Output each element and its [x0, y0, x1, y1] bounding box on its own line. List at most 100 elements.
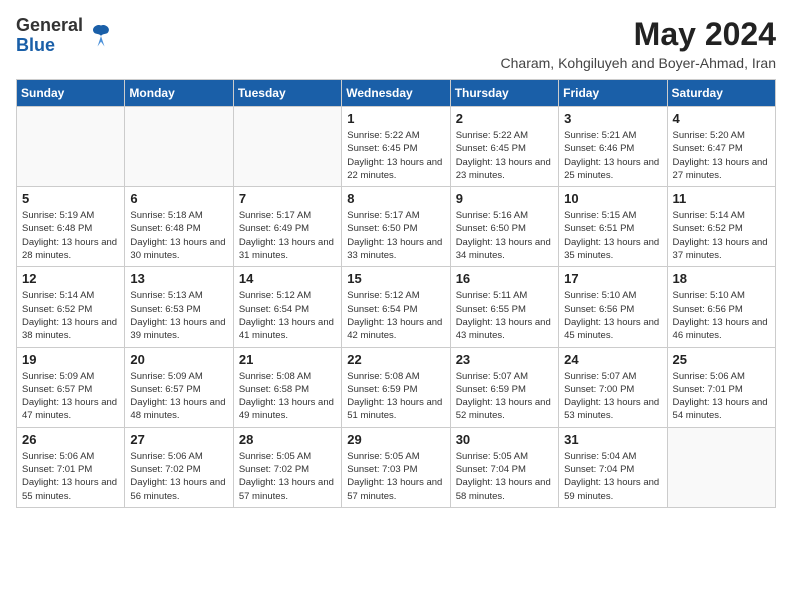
day-info: Sunrise: 5:16 AMSunset: 6:50 PMDaylight:… [456, 209, 553, 262]
calendar-day-cell: 14Sunrise: 5:12 AMSunset: 6:54 PMDayligh… [233, 267, 341, 347]
day-number: 5 [22, 191, 119, 206]
calendar-day-cell: 21Sunrise: 5:08 AMSunset: 6:58 PMDayligh… [233, 347, 341, 427]
logo-general: General [16, 15, 83, 35]
calendar-day-header: Friday [559, 80, 667, 107]
day-number: 11 [673, 191, 770, 206]
calendar-day-cell: 18Sunrise: 5:10 AMSunset: 6:56 PMDayligh… [667, 267, 775, 347]
day-number: 30 [456, 432, 553, 447]
day-info: Sunrise: 5:09 AMSunset: 6:57 PMDaylight:… [130, 370, 227, 423]
day-number: 26 [22, 432, 119, 447]
calendar-day-header: Wednesday [342, 80, 450, 107]
calendar-day-cell: 23 Sunrise: 5:07 AMSunset: 6:59 PMDayligh… [450, 347, 558, 427]
day-info: Sunrise: 5:07 AMSunset: 6:59 PMDaylight:… [456, 370, 553, 423]
calendar-day-cell: 4 Sunrise: 5:20 AMSunset: 6:47 PMDaylight… [667, 107, 775, 187]
day-number: 19 [22, 352, 119, 367]
day-number: 1 [347, 111, 444, 126]
location: Charam, Kohgiluyeh and Boyer-Ahmad, Iran [501, 55, 776, 71]
calendar-day-cell: 8 Sunrise: 5:17 AMSunset: 6:50 PMDaylight… [342, 187, 450, 267]
day-info: Sunrise: 5:05 AMSunset: 7:04 PMDaylight:… [456, 450, 553, 503]
calendar-day-cell: 6Sunrise: 5:18 AMSunset: 6:48 PMDaylight… [125, 187, 233, 267]
day-number: 12 [22, 271, 119, 286]
day-info: Sunrise: 5:18 AMSunset: 6:48 PMDaylight:… [130, 209, 227, 262]
logo: General Blue [16, 16, 115, 56]
day-info: Sunrise: 5:05 AMSunset: 7:03 PMDaylight:… [347, 450, 444, 503]
day-info: Sunrise: 5:04 AMSunset: 7:04 PMDaylight:… [564, 450, 661, 503]
calendar-day-cell: 2Sunrise: 5:22 AMSunset: 6:45 PMDaylight… [450, 107, 558, 187]
day-info: Sunrise: 5:17 AMSunset: 6:49 PMDaylight:… [239, 209, 336, 262]
day-number: 20 [130, 352, 227, 367]
calendar-day-cell: 15 Sunrise: 5:12 AMSunset: 6:54 PMDayligh… [342, 267, 450, 347]
calendar-day-cell: 20 Sunrise: 5:09 AMSunset: 6:57 PMDayligh… [125, 347, 233, 427]
logo-blue: Blue [16, 35, 55, 55]
day-number: 7 [239, 191, 336, 206]
day-number: 23 [456, 352, 553, 367]
day-info: Sunrise: 5:14 AMSunset: 6:52 PMDaylight:… [673, 209, 770, 262]
day-info: Sunrise: 5:10 AMSunset: 6:56 PMDaylight:… [564, 289, 661, 342]
day-number: 2 [456, 111, 553, 126]
day-number: 29 [347, 432, 444, 447]
day-number: 15 [347, 271, 444, 286]
day-info: Sunrise: 5:15 AMSunset: 6:51 PMDaylight:… [564, 209, 661, 262]
calendar-day-cell: 28 Sunrise: 5:05 AMSunset: 7:02 PMDayligh… [233, 427, 341, 507]
day-info: Sunrise: 5:08 AMSunset: 6:58 PMDaylight:… [239, 370, 336, 423]
calendar-day-cell: 27Sunrise: 5:06 AMSunset: 7:02 PMDayligh… [125, 427, 233, 507]
day-info: Sunrise: 5:22 AMSunset: 6:45 PMDaylight:… [347, 129, 444, 182]
calendar-day-cell: 3Sunrise: 5:21 AMSunset: 6:46 PMDaylight… [559, 107, 667, 187]
day-info: Sunrise: 5:08 AMSunset: 6:59 PMDaylight:… [347, 370, 444, 423]
day-info: Sunrise: 5:19 AMSunset: 6:48 PMDaylight:… [22, 209, 119, 262]
calendar-day-cell [17, 107, 125, 187]
logo-bird-icon [87, 22, 115, 50]
day-number: 28 [239, 432, 336, 447]
day-info: Sunrise: 5:14 AMSunset: 6:52 PMDaylight:… [22, 289, 119, 342]
calendar-week-row: 19 Sunrise: 5:09 AMSunset: 6:57 PMDayligh… [17, 347, 776, 427]
day-info: Sunrise: 5:13 AMSunset: 6:53 PMDaylight:… [130, 289, 227, 342]
day-info: Sunrise: 5:05 AMSunset: 7:02 PMDaylight:… [239, 450, 336, 503]
calendar-day-cell [125, 107, 233, 187]
calendar-week-row: 12 Sunrise: 5:14 AMSunset: 6:52 PMDayligh… [17, 267, 776, 347]
calendar-day-header: Saturday [667, 80, 775, 107]
day-number: 27 [130, 432, 227, 447]
calendar-day-cell: 1 Sunrise: 5:22 AMSunset: 6:45 PMDaylight… [342, 107, 450, 187]
logo-text: General Blue [16, 16, 83, 56]
calendar-day-cell: 7 Sunrise: 5:17 AMSunset: 6:49 PMDaylight… [233, 187, 341, 267]
day-number: 9 [456, 191, 553, 206]
day-number: 10 [564, 191, 661, 206]
page-header: General Blue May 2024 Charam, Kohgiluyeh… [16, 16, 776, 71]
day-number: 8 [347, 191, 444, 206]
calendar-day-header: Tuesday [233, 80, 341, 107]
day-info: Sunrise: 5:12 AMSunset: 6:54 PMDaylight:… [239, 289, 336, 342]
calendar-day-cell [667, 427, 775, 507]
calendar-day-header: Thursday [450, 80, 558, 107]
calendar-day-cell: 9 Sunrise: 5:16 AMSunset: 6:50 PMDaylight… [450, 187, 558, 267]
day-number: 31 [564, 432, 661, 447]
month-title: May 2024 [501, 16, 776, 53]
day-number: 13 [130, 271, 227, 286]
day-number: 24 [564, 352, 661, 367]
calendar-day-cell [233, 107, 341, 187]
calendar-day-cell: 10 Sunrise: 5:15 AMSunset: 6:51 PMDayligh… [559, 187, 667, 267]
calendar-day-cell: 11 Sunrise: 5:14 AMSunset: 6:52 PMDayligh… [667, 187, 775, 267]
day-info: Sunrise: 5:17 AMSunset: 6:50 PMDaylight:… [347, 209, 444, 262]
calendar-day-header: Sunday [17, 80, 125, 107]
day-number: 4 [673, 111, 770, 126]
calendar-day-cell: 17Sunrise: 5:10 AMSunset: 6:56 PMDayligh… [559, 267, 667, 347]
day-info: Sunrise: 5:06 AMSunset: 7:01 PMDaylight:… [22, 450, 119, 503]
day-info: Sunrise: 5:06 AMSunset: 7:01 PMDaylight:… [673, 370, 770, 423]
day-number: 18 [673, 271, 770, 286]
calendar-day-cell: 26 Sunrise: 5:06 AMSunset: 7:01 PMDayligh… [17, 427, 125, 507]
calendar-day-cell: 31 Sunrise: 5:04 AMSunset: 7:04 PMDayligh… [559, 427, 667, 507]
calendar-day-cell: 5 Sunrise: 5:19 AMSunset: 6:48 PMDaylight… [17, 187, 125, 267]
day-number: 16 [456, 271, 553, 286]
calendar-week-row: 26 Sunrise: 5:06 AMSunset: 7:01 PMDayligh… [17, 427, 776, 507]
calendar-body: 1 Sunrise: 5:22 AMSunset: 6:45 PMDaylight… [17, 107, 776, 508]
calendar-week-row: 1 Sunrise: 5:22 AMSunset: 6:45 PMDaylight… [17, 107, 776, 187]
day-info: Sunrise: 5:12 AMSunset: 6:54 PMDaylight:… [347, 289, 444, 342]
calendar-day-cell: 29 Sunrise: 5:05 AMSunset: 7:03 PMDayligh… [342, 427, 450, 507]
day-number: 22 [347, 352, 444, 367]
calendar-day-cell: 19Sunrise: 5:09 AMSunset: 6:57 PMDayligh… [17, 347, 125, 427]
day-info: Sunrise: 5:11 AMSunset: 6:55 PMDaylight:… [456, 289, 553, 342]
day-info: Sunrise: 5:20 AMSunset: 6:47 PMDaylight:… [673, 129, 770, 182]
calendar-header-row: SundayMondayTuesdayWednesdayThursdayFrid… [17, 80, 776, 107]
calendar-day-cell: 13 Sunrise: 5:13 AMSunset: 6:53 PMDayligh… [125, 267, 233, 347]
calendar-day-cell: 12 Sunrise: 5:14 AMSunset: 6:52 PMDayligh… [17, 267, 125, 347]
